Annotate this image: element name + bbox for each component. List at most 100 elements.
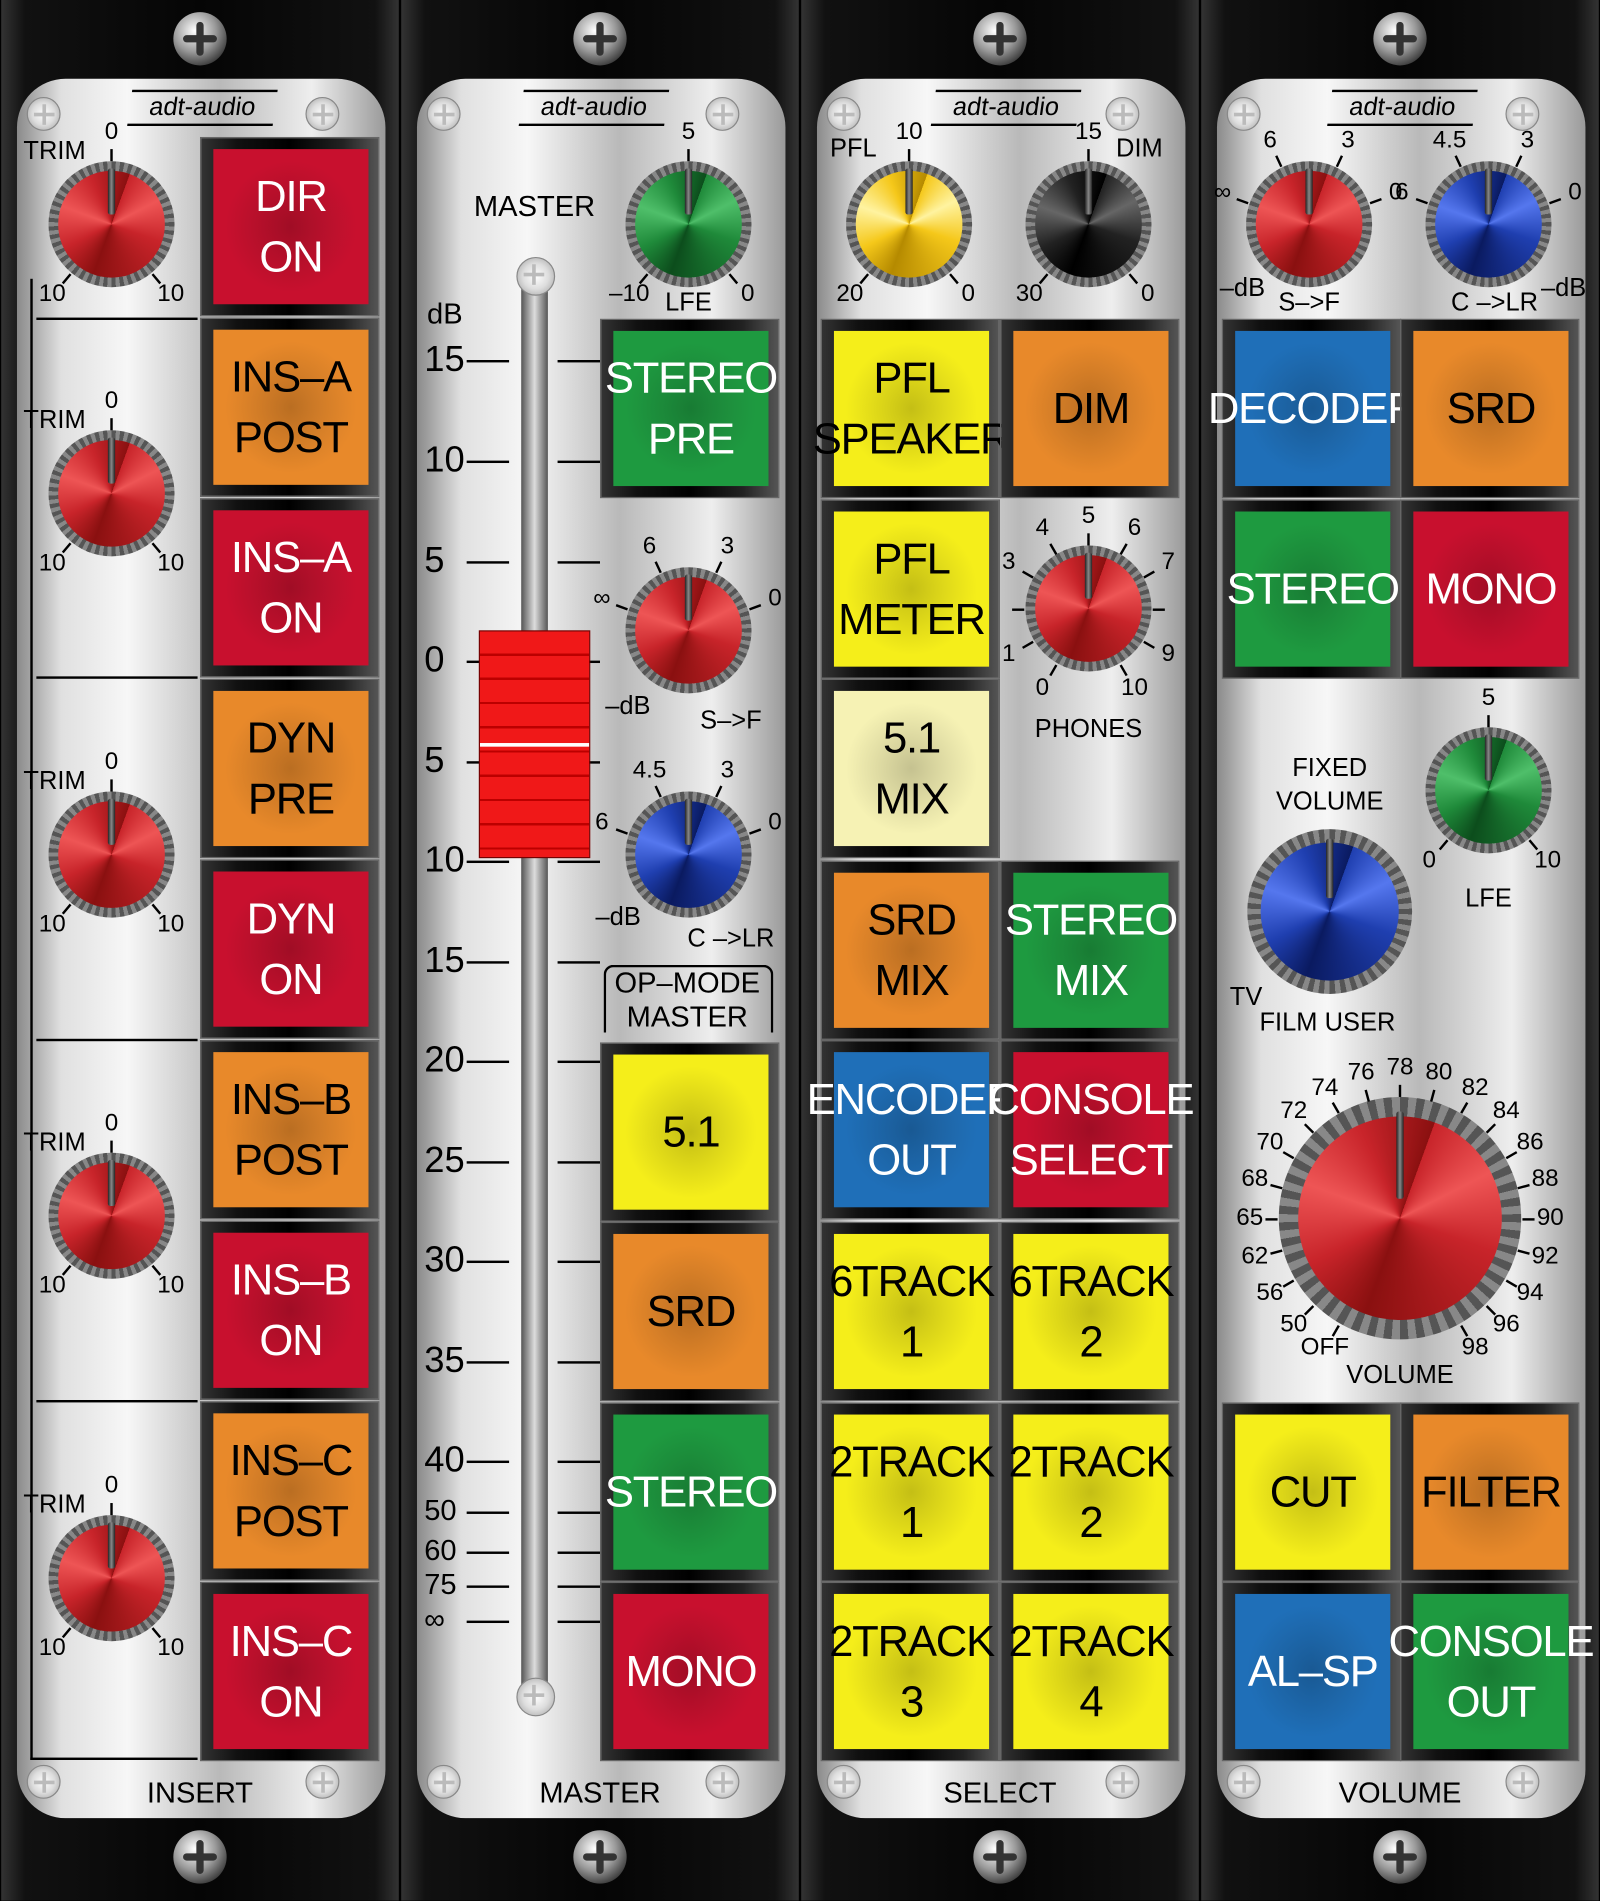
button-ins-c-on[interactable]: INS–C ON [199, 1581, 380, 1762]
button-ins-b-post[interactable]: INS–B POST [199, 1039, 380, 1220]
dim-knob[interactable] [1025, 161, 1152, 288]
fader-scale-label: 0 [424, 639, 445, 680]
button-label-line1: DYN [246, 712, 337, 763]
button-label-line2: PRE [247, 773, 335, 824]
button-label-line1: INS–C [229, 1435, 354, 1485]
c-to-lr-knob[interactable] [625, 791, 752, 918]
button-decoder[interactable]: DECODER [1208, 318, 1419, 499]
button-pfl-meter[interactable]: PFL METER [820, 499, 1000, 679]
button-2track-2[interactable]: 2TRACK 2 [999, 1402, 1180, 1582]
button-ins-b-on[interactable]: INS–B ON [199, 1220, 380, 1400]
button-mono[interactable]: MONO [599, 1581, 780, 1762]
button-pfl-speaker[interactable]: PFL SPEAKER [813, 318, 1012, 499]
trim-b-knob[interactable] [48, 430, 175, 557]
button-dir-on[interactable]: DIR ON [199, 136, 380, 317]
knob-scale-label: 74 [1311, 1074, 1339, 1101]
lfe-knob[interactable] [625, 161, 752, 288]
bracket-line [30, 278, 33, 1760]
button-6track-1[interactable]: 6TRACK 1 [820, 1221, 1000, 1402]
button-label-line1: FILTER [1421, 1466, 1562, 1517]
volume-knob[interactable] [1278, 1096, 1522, 1340]
trim-a-knob[interactable] [48, 161, 175, 288]
phones-knob[interactable] [1025, 545, 1152, 672]
knob-caption: VOLUME [1346, 1361, 1454, 1390]
button-al-sp[interactable]: AL–SP [1221, 1581, 1402, 1762]
knob-scale-label: 3 [1520, 126, 1535, 154]
trim-c-knob[interactable] [48, 791, 175, 918]
button-dyn-pre[interactable]: DYN PRE [199, 678, 380, 859]
knob-tick-mark [907, 149, 911, 162]
button-srd[interactable]: SRD [599, 1221, 780, 1402]
button-stereo-mix[interactable]: STEREO MIX [999, 860, 1180, 1040]
button-ins-a-on[interactable]: INS–A ON [199, 498, 380, 678]
button-face: DYN PRE [213, 690, 369, 847]
s-to-f-knob[interactable] [1246, 161, 1373, 288]
trim-e-knob[interactable] [48, 1515, 175, 1642]
knob-scale-label: 10 [157, 549, 185, 577]
button-5.1[interactable]: 5.1 [599, 1042, 780, 1222]
button-face: INS–C ON [213, 1593, 369, 1750]
button-console-out[interactable]: CONSOLE OUT [1388, 1581, 1595, 1762]
button-stereo[interactable]: STEREO [1221, 499, 1402, 679]
knob-pointer-indicator [107, 799, 116, 845]
button-label-line1: INS–A [230, 351, 352, 402]
button-face: INS–B ON [213, 1232, 369, 1388]
button-2track-3[interactable]: 2TRACK 3 [820, 1581, 1000, 1762]
knob-caption: LFE [1465, 884, 1512, 913]
button-face: SRD MIX [833, 872, 990, 1028]
knob-scale-label: ∞ [1213, 178, 1232, 206]
knob-scale-label: 10 [895, 118, 923, 145]
lfe-knob[interactable] [1425, 727, 1552, 854]
button-cut[interactable]: CUT [1221, 1402, 1402, 1582]
button-ins-c-post[interactable]: INS–C POST [199, 1401, 380, 1581]
button-srd-mix[interactable]: SRD MIX [820, 860, 1000, 1040]
fader-cap[interactable] [478, 630, 591, 859]
panel-screw-icon [705, 1764, 740, 1799]
button-encoder-out[interactable]: ENCODER OUT [807, 1039, 1018, 1220]
button-label-line2: ON [259, 592, 323, 643]
button-2track-4[interactable]: 2TRACK 4 [999, 1581, 1180, 1762]
knob-pointer-indicator [107, 437, 116, 484]
button-srd[interactable]: SRD [1399, 318, 1580, 499]
fixed-volume-knob[interactable] [1247, 829, 1413, 994]
button-ins-a-post[interactable]: INS–A POST [199, 317, 380, 497]
fader-cap-line [479, 743, 590, 747]
button-label-line1: INS–C [229, 1615, 354, 1666]
button-face: PFL METER [833, 511, 990, 667]
pfl-knob[interactable] [846, 161, 973, 288]
s-to-f-knob[interactable] [625, 567, 752, 694]
fader-scale-tick [466, 860, 510, 864]
button-face: 2TRACK 3 [829, 1593, 995, 1750]
knob-caption: –dB [595, 903, 641, 931]
button-6track-2[interactable]: 6TRACK 2 [999, 1221, 1180, 1402]
button-dim[interactable]: DIM [999, 318, 1180, 499]
fader-scale-tick [557, 1585, 600, 1588]
c-to-lr-knob[interactable] [1425, 161, 1552, 288]
module-title: MASTER [539, 1776, 661, 1810]
button-stereo-pre[interactable]: STEREO PRE [599, 318, 780, 499]
button-label-line2: POST [233, 1495, 349, 1546]
button-dyn-on[interactable]: DYN ON [199, 859, 380, 1039]
fader-scale-tick [466, 1460, 510, 1464]
knob-scale-label: 10 [38, 911, 66, 938]
trim-d-knob[interactable] [48, 1152, 175, 1279]
knob-scale-label: 0 [961, 280, 976, 308]
button-2track-1[interactable]: 2TRACK 1 [820, 1402, 1000, 1582]
knob-scale-label: 6 [1263, 126, 1277, 154]
panel-screw-icon [26, 96, 61, 131]
button-mono[interactable]: MONO [1399, 499, 1580, 679]
knob-caption: FIXED [1292, 753, 1368, 782]
rack-screw-icon [973, 12, 1027, 66]
knob-scale-label: 0 [104, 387, 119, 414]
button-label-line2: 4 [1079, 1676, 1103, 1727]
knob-pointer-indicator [684, 574, 693, 621]
button-console-select[interactable]: CONSOLE SELECT [988, 1039, 1195, 1220]
button-filter[interactable]: FILTER [1399, 1402, 1580, 1582]
knob-tick-mark [1265, 1218, 1278, 1221]
knob-caption: PFL [829, 134, 877, 163]
button-stereo[interactable]: STEREO [599, 1402, 780, 1582]
fader-scale-tick [466, 1511, 510, 1514]
fader-track[interactable] [521, 276, 548, 1697]
button-5.1-mix[interactable]: 5.1 MIX [820, 678, 1000, 859]
divider-line [36, 1399, 198, 1403]
